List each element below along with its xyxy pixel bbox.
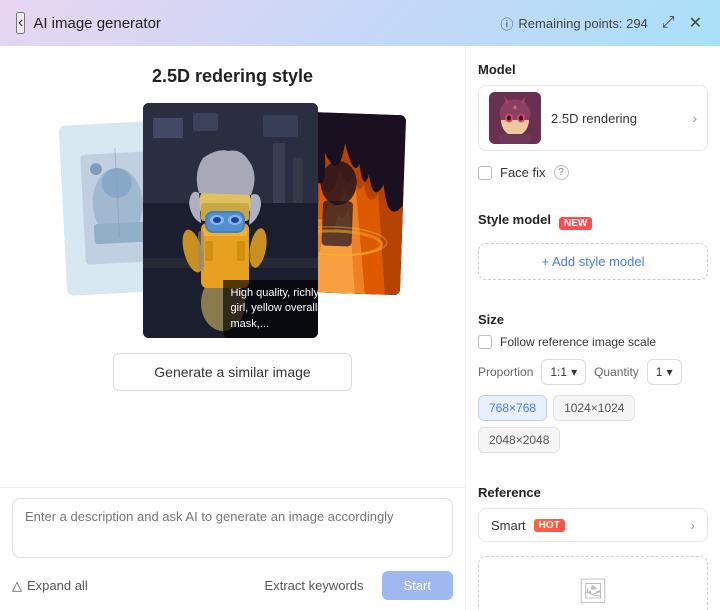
close-button[interactable]: ✕ [687, 11, 704, 35]
help-icon[interactable]: ? [554, 165, 569, 180]
size-pills: 768×768 1024×1024 2048×2048 [478, 395, 708, 453]
image-caption: High quality, richly detailed, 1 girl, y… [223, 280, 318, 338]
model-card[interactable]: 2.5D rendering › [478, 85, 708, 151]
style-model-label: Style model [478, 212, 551, 227]
proportion-label: Proportion [478, 365, 533, 379]
follow-ref-row: Follow reference image scale [478, 335, 708, 349]
reference-section: Reference Smart HOT › [478, 485, 708, 542]
image-collage: High quality, richly detailed, 1 girl, y… [63, 103, 403, 333]
collage-image-main: High quality, richly detailed, 1 girl, y… [143, 103, 318, 338]
face-fix-checkbox[interactable] [478, 166, 492, 180]
header-left: ‹ AI image generator [16, 12, 161, 34]
upload-area: 🖼 Choose from gallary or Upload local im… [478, 556, 708, 610]
model-section: Model [478, 62, 708, 151]
start-button[interactable]: Start [382, 571, 453, 600]
left-panel: 2.5D redering style [0, 46, 466, 610]
face-fix-row: Face fix ? [478, 165, 708, 180]
follow-ref-checkbox[interactable] [478, 335, 492, 349]
remaining-points: ⓘ Remaining points: 294 [500, 14, 647, 33]
model-section-label: Model [478, 62, 708, 77]
quantity-label: Quantity [594, 365, 639, 379]
dropdown-arrow-icon: ▾ [571, 365, 577, 379]
hot-badge: HOT [534, 519, 565, 532]
smart-label: Smart [491, 518, 526, 533]
prompt-area: △ Expand all Extract keywords Start [0, 487, 465, 610]
generate-similar-button[interactable]: Generate a similar image [113, 353, 351, 391]
smart-chevron-icon: › [690, 517, 695, 533]
new-badge: NEW [559, 217, 592, 230]
prompt-actions: △ Expand all Extract keywords Start [12, 571, 453, 600]
header-icons: ⤢ ✕ [660, 11, 704, 35]
proportion-select[interactable]: 1:1 ▾ [541, 359, 586, 385]
size-section-label: Size [478, 312, 708, 327]
size-pill-1024[interactable]: 1024×1024 [553, 395, 635, 421]
follow-ref-label: Follow reference image scale [500, 335, 656, 349]
chevron-right-icon: › [692, 110, 697, 126]
quantity-select[interactable]: 1 ▾ [647, 359, 682, 385]
page-title: AI image generator [33, 15, 161, 32]
smart-row[interactable]: Smart HOT › [478, 508, 708, 542]
smart-left: Smart HOT [491, 518, 565, 533]
model-thumbnail [489, 92, 541, 144]
prop-qty-row: Proportion 1:1 ▾ Quantity 1 ▾ [478, 359, 708, 385]
back-button[interactable]: ‹ [16, 12, 25, 34]
expand-icon: △ [12, 578, 22, 594]
size-pill-768[interactable]: 768×768 [478, 395, 547, 421]
reference-section-label: Reference [478, 485, 708, 500]
upload-image-icon: 🖼 [578, 577, 608, 606]
qty-dropdown-arrow-icon: ▾ [666, 365, 672, 379]
header-right: ⓘ Remaining points: 294 ⤢ ✕ [500, 11, 704, 35]
model-name-text: 2.5D rendering [551, 111, 682, 126]
preview-title: 2.5D redering style [152, 66, 313, 87]
size-section: Size Follow reference image scale Propor… [478, 312, 708, 453]
expand-all-button[interactable]: △ Expand all [12, 578, 88, 594]
app-header: ‹ AI image generator ⓘ Remaining points:… [0, 0, 720, 46]
style-model-header: Style model NEW [478, 212, 708, 235]
image-preview-area: 2.5D redering style [0, 46, 465, 487]
prompt-textarea[interactable] [12, 498, 453, 558]
expand-icon[interactable]: ⤢ [660, 11, 677, 35]
main-layout: 2.5D redering style [0, 46, 720, 610]
extract-keywords-button[interactable]: Extract keywords [255, 571, 374, 600]
info-circle-icon: ⓘ [500, 14, 513, 33]
size-pill-2048[interactable]: 2048×2048 [478, 427, 560, 453]
add-style-button[interactable]: + Add style model [478, 243, 708, 280]
right-panel: Model [466, 46, 720, 610]
prompt-right-actions: Extract keywords Start [255, 571, 453, 600]
style-model-section: Style model NEW + Add style model [478, 212, 708, 280]
face-fix-label: Face fix [500, 165, 546, 180]
